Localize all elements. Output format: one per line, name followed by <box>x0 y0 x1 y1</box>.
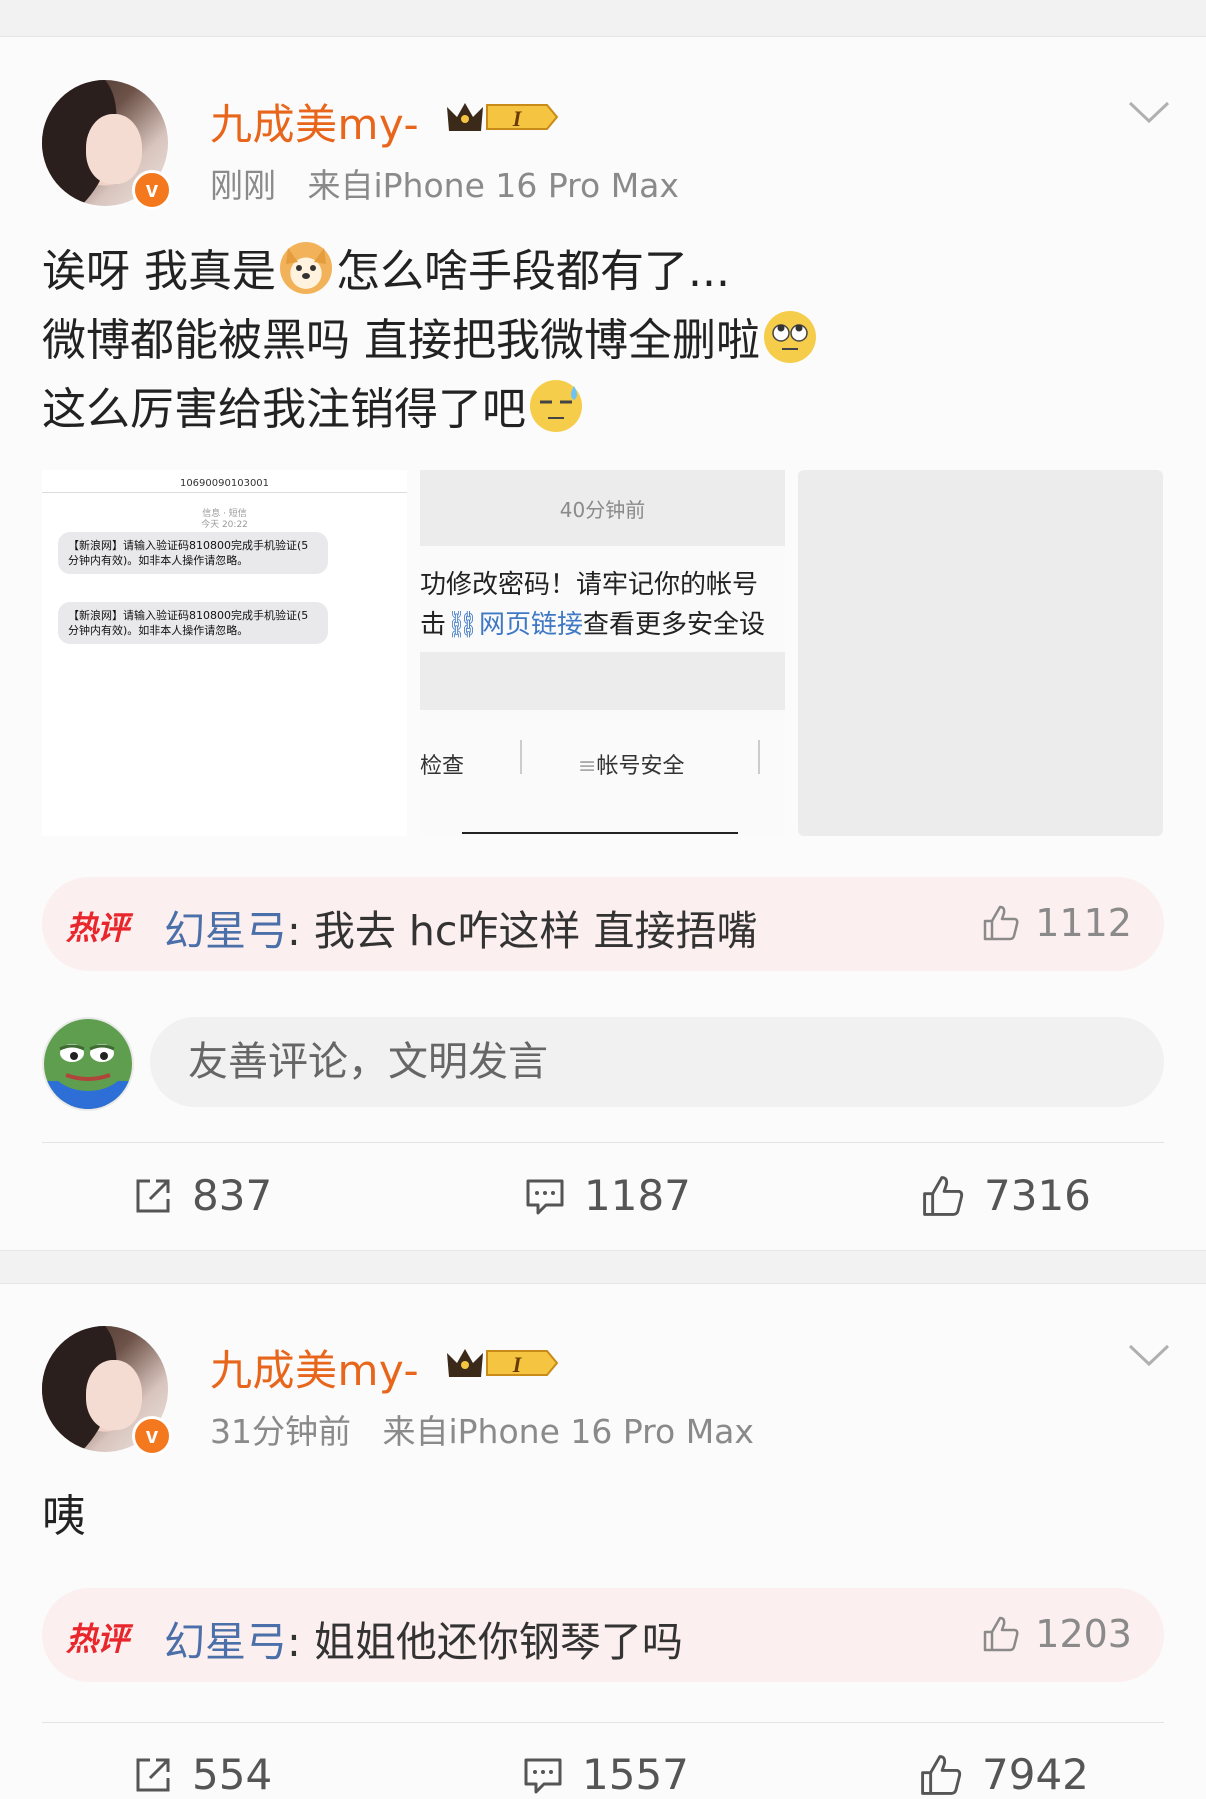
notice-tab: 检查 <box>420 754 465 779</box>
hot-comment-content: : 我去 hc咋这样 直接捂嘴 <box>287 907 758 955</box>
notice-tab-label: 帐号安全 <box>596 754 685 779</box>
feed-separator-top <box>0 0 1206 37</box>
like-button[interactable]: 7942 <box>918 1750 1089 1799</box>
comment-button[interactable]: 1187 <box>524 1171 691 1220</box>
notice-text: 查看更多安全设 <box>583 610 766 640</box>
comment-count: 1187 <box>584 1171 691 1220</box>
comment-count: 1557 <box>582 1750 689 1799</box>
notice-line: 功修改密码！请牢记你的帐号 <box>420 570 759 600</box>
home-indicator <box>462 832 738 834</box>
sweat-emoji-icon <box>530 380 582 432</box>
share-icon <box>136 1179 170 1212</box>
vip-crown-icon: I <box>447 103 559 131</box>
comment-icon <box>526 1179 564 1214</box>
notice-tab: ≡帐号安全 <box>578 748 684 780</box>
post-text-line: 微博都能被黑吗 直接把我微博全删啦 <box>42 306 1162 375</box>
hot-comment-content: : 姐姐他还你钢琴了吗 <box>287 1618 683 1666</box>
post-source: 来自iPhone 16 Pro Max <box>307 166 679 205</box>
text-segment: 诶呀 我真是 <box>42 246 276 297</box>
tab-divider <box>520 740 522 774</box>
share-count: 837 <box>192 1171 273 1220</box>
post-card: v 九成美my- I 31分钟前 来自iPhone 16 Pro Max 咦 热… <box>0 1284 1206 1799</box>
hot-comment-text: 幻星弓: 我去 hc咋这样 直接捂嘴 <box>164 897 757 957</box>
post-text-line: 这么厉害给我注销得了吧 <box>42 375 1162 444</box>
post-source: 来自iPhone 16 Pro Max <box>382 1412 754 1451</box>
sms-bubble: 【新浪网】请输入验证码810800完成手机验证(5分钟内有效)。如非本人操作请忽… <box>58 532 328 574</box>
share-count: 554 <box>192 1750 273 1799</box>
thumbs-up-icon <box>921 1754 962 1795</box>
hot-comment-tag: 热评 <box>66 909 129 947</box>
like-count: 7942 <box>982 1750 1089 1799</box>
vip-level: I <box>512 1352 523 1377</box>
divider <box>42 1142 1164 1143</box>
hot-comment-tag: 热评 <box>66 1620 129 1658</box>
hot-comment-like-count: 1112 <box>1035 901 1132 945</box>
link-icon: ⛓ <box>446 610 480 640</box>
comment-icon <box>524 1758 562 1793</box>
sms-date: 今天 20:22 <box>201 520 248 530</box>
post-time: 刚刚 <box>210 166 276 205</box>
post-meta: 31分钟前 来自iPhone 16 Pro Max <box>210 1405 754 1453</box>
hot-comment-user[interactable]: 幻星弓 <box>164 1618 287 1666</box>
post-text: 诶呀 我真是 怎么啥手段都有了... 微博都能被黑吗 直接把我微博全删啦 这么厉… <box>42 237 1162 444</box>
avatar-face <box>86 114 142 184</box>
divider <box>42 1722 1164 1723</box>
vip-level: I <box>512 106 523 131</box>
post-card: v 九成美my- I 刚刚 来自iPhone 16 Pro Max 诶呀 我真是… <box>0 37 1206 1249</box>
text-segment: 怎么啥手段都有了... <box>336 246 730 297</box>
post-image-placeholder[interactable] <box>798 470 1163 836</box>
post-image-notice[interactable]: 40分钟前 功修改密码！请牢记你的帐号 击⛓网页链接查看更多安全设 检查 ≡帐号… <box>420 470 785 836</box>
hot-comment-text: 幻星弓: 姐姐他还你钢琴了吗 <box>164 1608 683 1668</box>
thumbs-up-icon <box>984 905 1019 941</box>
hot-comment-like[interactable]: 1112 <box>981 901 1132 945</box>
my-avatar[interactable] <box>42 1017 134 1111</box>
post-text-line: 诶呀 我真是 怎么啥手段都有了... <box>42 237 1162 306</box>
sms-divider <box>42 492 407 493</box>
tab-divider <box>758 740 760 774</box>
post-image-sms[interactable]: 10690090103001 信息 · 短信 今天 20:22 【新浪网】请输入… <box>42 470 407 836</box>
share-button[interactable]: 554 <box>132 1750 272 1799</box>
verified-badge-icon: v <box>132 1416 172 1456</box>
dog-emoji-icon <box>280 242 332 294</box>
sms-number: 10690090103001 <box>179 478 270 489</box>
thumbs-up-icon <box>984 1616 1019 1652</box>
thumbs-up-icon <box>923 1175 964 1216</box>
share-icon <box>136 1758 170 1791</box>
text-segment: 这么厉害给我注销得了吧 <box>42 384 526 435</box>
pepe-avatar-icon <box>44 1031 132 1109</box>
notice-band <box>420 652 785 710</box>
hot-comment[interactable]: 热评 幻星弓: 我去 hc咋这样 直接捂嘴 1112 <box>42 877 1164 971</box>
notice-text: 击 <box>420 610 447 640</box>
verified-badge-icon: v <box>132 170 172 210</box>
notice-line: 击⛓网页链接查看更多安全设 <box>420 604 765 641</box>
notice-time: 40分钟前 <box>559 498 646 522</box>
username[interactable]: 九成美my- <box>210 91 419 152</box>
feed-separator <box>0 1250 1206 1284</box>
avatar-face <box>86 1360 142 1430</box>
hot-comment-like-count: 1203 <box>1035 1612 1132 1656</box>
hot-comment[interactable]: 热评 幻星弓: 姐姐他还你钢琴了吗 1203 <box>42 1588 1164 1682</box>
hot-comment-user[interactable]: 幻星弓 <box>164 907 287 955</box>
eye-roll-emoji-icon <box>764 311 816 363</box>
vip-crown-icon: I <box>447 1349 559 1377</box>
like-count: 7316 <box>984 1171 1091 1220</box>
post-text: 咦 <box>42 1491 86 1542</box>
like-button[interactable]: 7316 <box>920 1171 1091 1220</box>
menu-icon: ≡ <box>578 754 597 779</box>
username[interactable]: 九成美my- <box>210 1337 419 1398</box>
sms-bubble: 【新浪网】请输入验证码810800完成手机验证(5分钟内有效)。如非本人操作请忽… <box>58 602 328 644</box>
text-segment: 微博都能被黑吗 直接把我微博全删啦 <box>42 315 760 366</box>
comment-button[interactable]: 1557 <box>522 1750 689 1799</box>
comment-input-row: 友善评论，文明发言 <box>42 1017 1164 1111</box>
chevron-down-icon[interactable] <box>1128 99 1170 125</box>
notice-link: 网页链接 <box>479 610 584 640</box>
chevron-down-icon[interactable] <box>1128 1342 1170 1368</box>
comment-input[interactable]: 友善评论，文明发言 <box>150 1017 1164 1107</box>
post-time: 31分钟前 <box>210 1412 351 1451</box>
share-button[interactable]: 837 <box>132 1171 272 1220</box>
hot-comment-like[interactable]: 1203 <box>981 1612 1132 1656</box>
post-meta: 刚刚 来自iPhone 16 Pro Max <box>210 159 679 207</box>
